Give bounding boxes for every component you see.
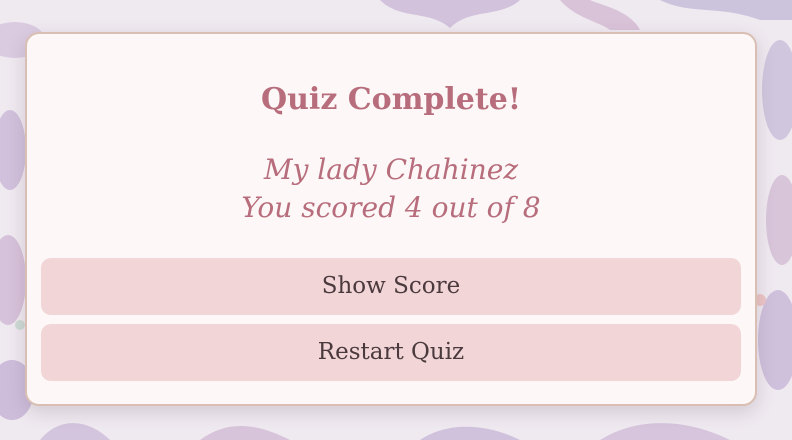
show-score-button[interactable]: Show Score bbox=[41, 258, 741, 315]
quiz-result-card: Quiz Complete! My lady Chahinez You scor… bbox=[25, 32, 757, 406]
restart-quiz-button[interactable]: Restart Quiz bbox=[41, 324, 741, 381]
score-summary: You scored 4 out of 8 bbox=[241, 191, 541, 224]
player-greeting: My lady Chahinez bbox=[263, 153, 519, 186]
quiz-complete-title: Quiz Complete! bbox=[260, 82, 522, 117]
